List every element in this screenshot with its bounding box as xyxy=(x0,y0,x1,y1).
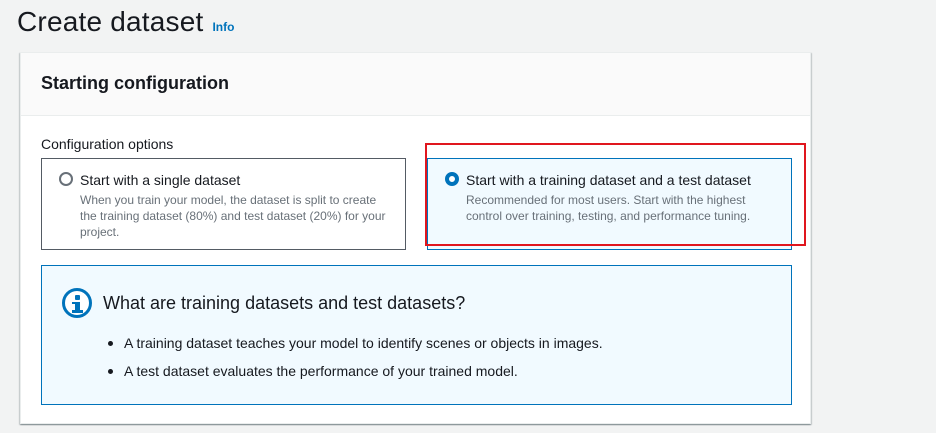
alert-list: A training dataset teaches your model to… xyxy=(108,335,791,379)
option-training-test-dataset-tile[interactable]: Start with a training dataset and a test… xyxy=(427,158,792,250)
single-dataset-radio[interactable] xyxy=(59,172,73,186)
option-title: Start with a single dataset xyxy=(80,172,241,188)
option-description: When you train your model, the dataset i… xyxy=(80,193,386,239)
training-test-dataset-radio[interactable] xyxy=(445,172,459,186)
info-icon xyxy=(62,288,92,318)
info-link[interactable]: Info xyxy=(212,20,234,34)
alert-title: What are training datasets and test data… xyxy=(103,292,466,313)
page-title: Create dataset xyxy=(17,6,204,37)
configuration-options-label: Configuration options xyxy=(41,136,174,152)
option-single-dataset-tile[interactable]: Start with a single dataset When you tra… xyxy=(41,158,406,250)
container-header: Starting configuration xyxy=(21,53,810,116)
page-header: Create dataset Info xyxy=(17,6,234,38)
info-alert: What are training datasets and test data… xyxy=(41,265,792,405)
option-title: Start with a training dataset and a test… xyxy=(466,172,751,188)
container-title: Starting configuration xyxy=(41,73,229,93)
starting-configuration-container: Starting configuration Configuration opt… xyxy=(20,52,811,424)
alert-header: What are training datasets and test data… xyxy=(62,288,791,318)
list-item: A test dataset evaluates the performance… xyxy=(108,363,791,379)
list-item: A training dataset teaches your model to… xyxy=(108,335,791,351)
page: Create dataset Info Starting configurati… xyxy=(0,0,936,433)
option-description: Recommended for most users. Start with t… xyxy=(466,193,751,223)
